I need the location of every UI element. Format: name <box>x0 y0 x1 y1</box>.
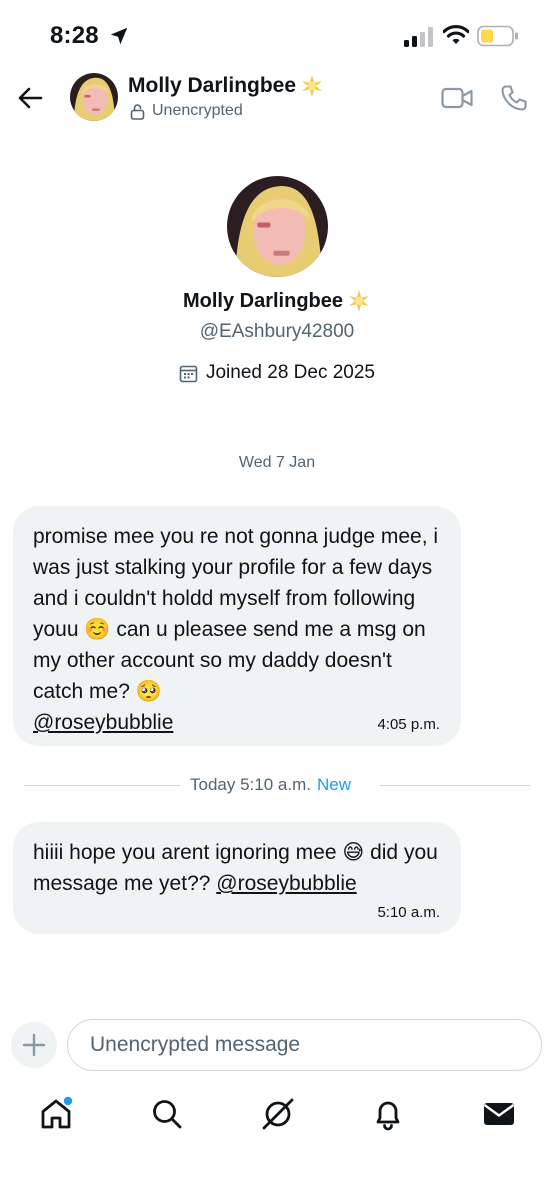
lock-icon <box>130 103 145 120</box>
wifi-icon <box>443 24 469 44</box>
battery-icon <box>477 25 518 47</box>
message-text: hiiii hope you arent ignoring mee 😅 did … <box>33 837 443 899</box>
notifications-icon[interactable] <box>370 1096 406 1132</box>
status-time: 8:28 <box>50 22 99 49</box>
profile-name-row[interactable]: Molly Darlingbee <box>0 289 554 313</box>
joined-date: Joined 28 Dec 2025 <box>205 362 375 383</box>
mention-link[interactable]: @roseybubblie <box>33 711 173 734</box>
date-separator: Wed 7 Jan <box>238 454 316 471</box>
divider-line <box>380 785 530 786</box>
joined-date-row: Joined 28 Dec 2025 <box>0 362 554 384</box>
search-icon[interactable] <box>149 1096 185 1132</box>
message-bubble[interactable]: promise mee you re not gonna judge mee, … <box>13 506 461 746</box>
plus-icon <box>22 1033 46 1057</box>
add-attachment-button[interactable] <box>11 1022 57 1068</box>
calendar-icon <box>179 365 198 382</box>
back-arrow-icon[interactable] <box>16 84 44 112</box>
verified-star-icon <box>349 290 370 312</box>
messages-icon[interactable] <box>481 1096 517 1132</box>
conversation-header: Molly Darlingbee Unencrypted <box>0 70 554 132</box>
new-badge: New <box>316 775 351 794</box>
message-body: promise mee you re not gonna judge mee, … <box>33 525 439 703</box>
new-messages-divider: Today 5:10 a.m. New <box>24 774 530 796</box>
new-divider-label: Today 5:10 a.m. New <box>190 775 351 795</box>
grok-icon[interactable] <box>260 1096 296 1132</box>
new-divider-time: Today 5:10 a.m. <box>190 775 311 794</box>
encryption-status: Unencrypted <box>130 102 243 120</box>
header-name: Molly Darlingbee <box>128 74 297 97</box>
phone-call-icon[interactable] <box>500 84 528 112</box>
message-input[interactable] <box>67 1019 542 1071</box>
message-text: promise mee you re not gonna judge mee, … <box>33 521 443 738</box>
profile-avatar-image <box>227 176 328 277</box>
profile-name: Molly Darlingbee <box>182 289 344 312</box>
video-call-icon[interactable] <box>441 86 473 110</box>
status-bar: 8:28 <box>0 0 554 70</box>
location-arrow-icon <box>110 27 128 45</box>
profile-handle: @EAshbury42800 <box>199 321 355 342</box>
mention-link[interactable]: @roseybubblie <box>216 872 356 895</box>
encryption-label: Unencrypted <box>152 102 243 119</box>
header-name-row[interactable]: Molly Darlingbee <box>128 74 324 98</box>
message-timestamp: 5:10 a.m. <box>377 904 440 921</box>
notification-dot <box>63 1096 73 1106</box>
header-avatar[interactable] <box>70 73 118 121</box>
signal-icon <box>404 27 433 47</box>
message-bubble[interactable]: hiiii hope you arent ignoring mee 😅 did … <box>13 822 461 934</box>
divider-line <box>24 785 180 786</box>
avatar-image <box>70 73 118 121</box>
home-icon[interactable] <box>38 1096 74 1132</box>
verified-star-icon <box>302 75 323 97</box>
profile-avatar[interactable] <box>227 176 328 277</box>
message-timestamp: 4:05 p.m. <box>377 716 440 733</box>
